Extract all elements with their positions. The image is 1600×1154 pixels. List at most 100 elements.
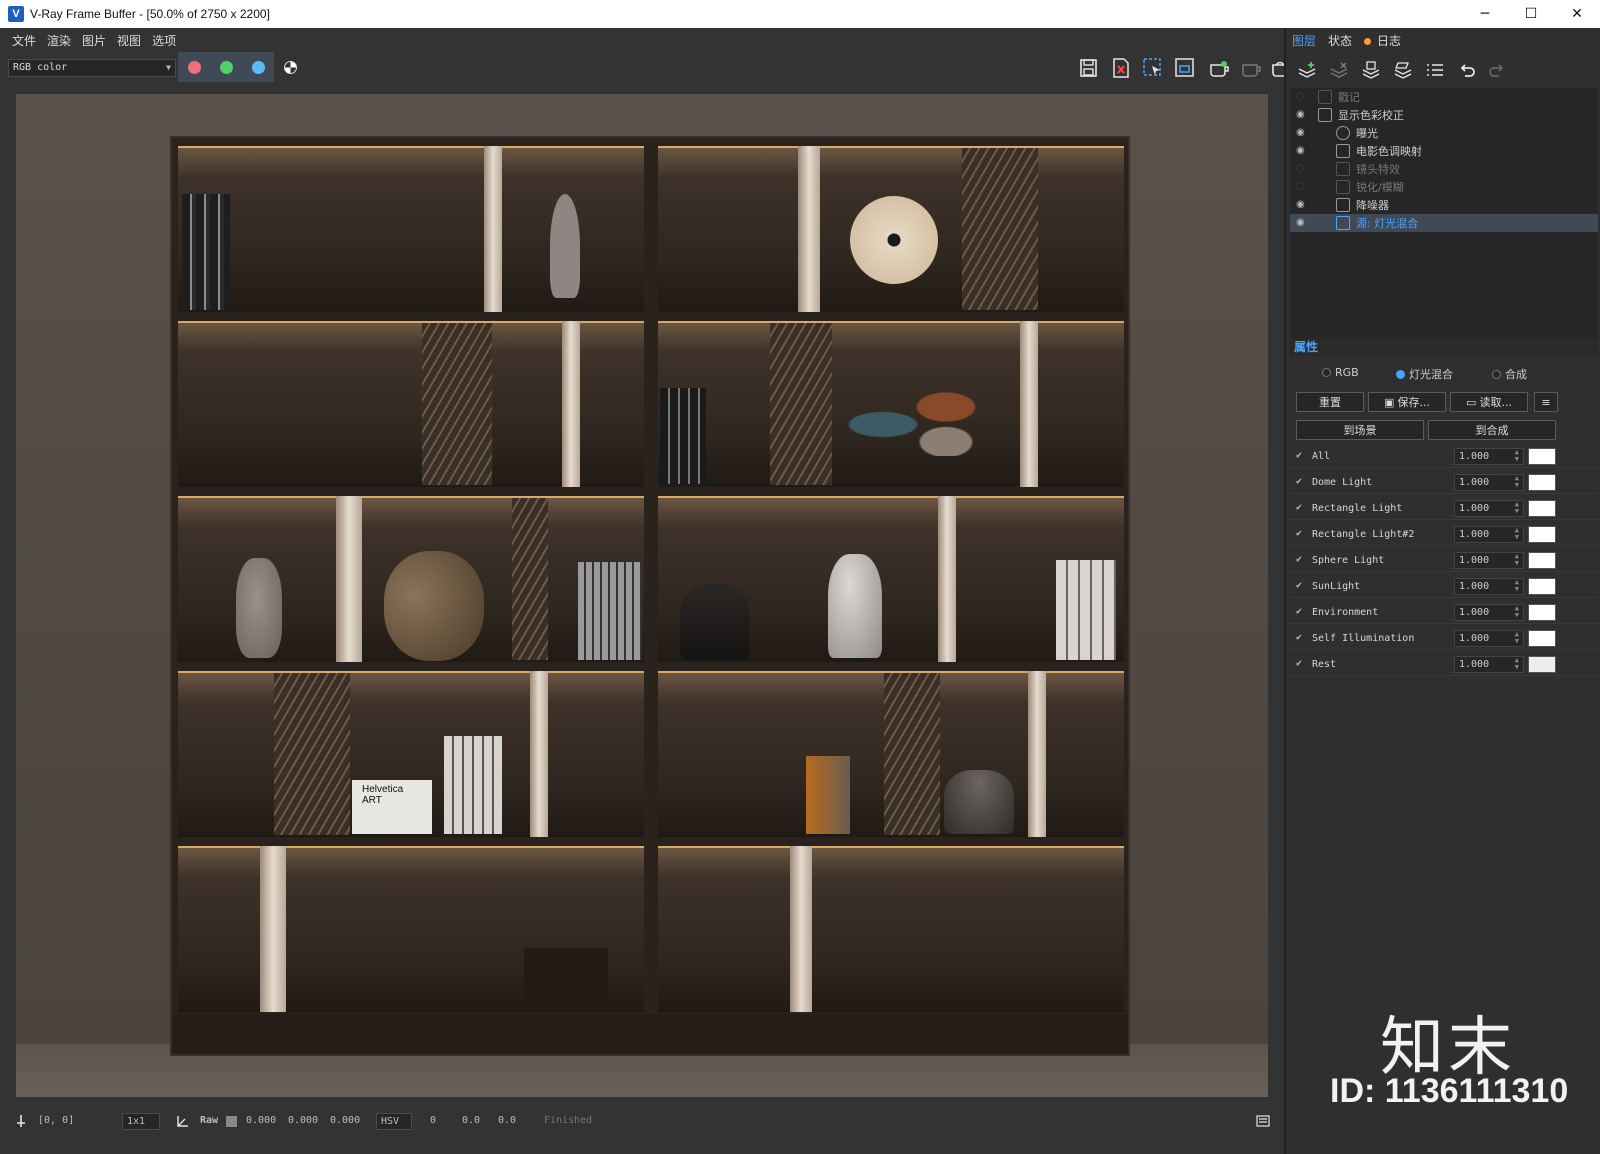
- close-button[interactable]: ✕: [1554, 0, 1600, 28]
- light-color-swatch[interactable]: [1528, 552, 1556, 569]
- light-multiplier-input[interactable]: 1.000 ▲ ▼: [1454, 630, 1524, 647]
- layer-source-lightmix[interactable]: ◉ 源: 灯光混合: [1290, 214, 1598, 232]
- pin-icon[interactable]: [14, 1114, 28, 1128]
- clear-image-icon[interactable]: [1110, 57, 1132, 79]
- light-color-swatch[interactable]: [1528, 630, 1556, 647]
- save-image-icon[interactable]: [1078, 57, 1100, 79]
- load-layer-tree-icon[interactable]: [1392, 60, 1414, 82]
- maximize-button[interactable]: ☐: [1508, 0, 1554, 28]
- marble-panel: [562, 321, 580, 487]
- tab-log[interactable]: 日志: [1358, 28, 1407, 54]
- visibility-toggle-icon[interactable]: ◌: [1296, 182, 1310, 192]
- spinner-icon[interactable]: ▲ ▼: [1515, 527, 1519, 541]
- checkbox[interactable]: ✔: [1296, 659, 1306, 669]
- interactive-render-icon[interactable]: [1240, 57, 1262, 79]
- to-scene-button[interactable]: 到场景: [1296, 420, 1424, 440]
- layer-presets-icon[interactable]: [1424, 60, 1446, 82]
- checkbox[interactable]: ✔: [1296, 451, 1306, 461]
- light-color-swatch[interactable]: [1528, 448, 1556, 465]
- load-button[interactable]: ▭ 读取...: [1450, 392, 1528, 412]
- light-multiplier-input[interactable]: 1.000 ▲ ▼: [1454, 656, 1524, 673]
- spinner-icon[interactable]: ▲ ▼: [1515, 657, 1519, 671]
- checkbox[interactable]: ✔: [1296, 581, 1306, 591]
- eye-icon[interactable]: ◉: [1296, 110, 1310, 120]
- layer-denoiser[interactable]: ◉ 降噪器: [1290, 196, 1598, 214]
- light-color-swatch[interactable]: [1528, 526, 1556, 543]
- menu-image[interactable]: 图片: [82, 32, 106, 49]
- spinner-icon[interactable]: ▲ ▼: [1515, 631, 1519, 645]
- menu-render[interactable]: 渲染: [47, 32, 71, 49]
- layer-exposure[interactable]: ◉ 曝光: [1290, 124, 1598, 142]
- radio-lightmix[interactable]: 灯光混合: [1396, 366, 1453, 382]
- red-channel-button[interactable]: [178, 52, 210, 82]
- zoom-dropdown[interactable]: 1x1: [122, 1113, 160, 1130]
- spinner-icon[interactable]: ▲ ▼: [1515, 553, 1519, 567]
- layer-sharpen-blur[interactable]: ◌ 锐化/模糊: [1290, 178, 1598, 196]
- light-multiplier-input[interactable]: 1.000 ▲ ▼: [1454, 604, 1524, 621]
- checkbox[interactable]: ✔: [1296, 529, 1306, 539]
- delete-layer-icon[interactable]: [1328, 60, 1350, 82]
- checkbox[interactable]: ✔: [1296, 607, 1306, 617]
- layer-filmic-tonemap[interactable]: ◉ 电影色调映射: [1290, 142, 1598, 160]
- render-icon[interactable]: [1208, 57, 1230, 79]
- region-render-icon[interactable]: [1174, 57, 1196, 79]
- minimize-button[interactable]: ─: [1462, 0, 1508, 28]
- checkbox[interactable]: ✔: [1296, 633, 1306, 643]
- list-menu-button[interactable]: ≡: [1534, 392, 1558, 412]
- save-button[interactable]: ▣ 保存...: [1368, 392, 1446, 412]
- channel-dropdown[interactable]: RGB color ▼: [8, 59, 176, 77]
- redo-icon[interactable]: [1486, 60, 1508, 82]
- layer-stamp[interactable]: ◌ 戳记: [1290, 88, 1598, 106]
- light-color-swatch[interactable]: [1528, 578, 1556, 595]
- visibility-toggle-icon[interactable]: ◌: [1296, 164, 1310, 174]
- light-multiplier-input[interactable]: 1.000 ▲ ▼: [1454, 578, 1524, 595]
- eye-icon[interactable]: ◉: [1296, 200, 1310, 210]
- light-multiplier-input[interactable]: 1.000 ▲ ▼: [1454, 526, 1524, 543]
- checkbox[interactable]: ✔: [1296, 503, 1306, 513]
- create-layer-icon[interactable]: [1296, 60, 1318, 82]
- panel-toggle-icon[interactable]: [1256, 1115, 1270, 1127]
- light-multiplier-input[interactable]: 1.000 ▲ ▼: [1454, 448, 1524, 465]
- mode-label: Raw: [200, 1115, 219, 1126]
- menu-options[interactable]: 选项: [152, 32, 176, 49]
- spinner-icon[interactable]: ▲ ▼: [1515, 605, 1519, 619]
- spinner-icon[interactable]: ▲ ▼: [1515, 501, 1519, 515]
- light-multiplier-input[interactable]: 1.000 ▲ ▼: [1454, 474, 1524, 491]
- checkbox[interactable]: ✔: [1296, 555, 1306, 565]
- render-viewport[interactable]: Helvetica ART: [16, 94, 1268, 1097]
- spinner-icon[interactable]: ▲ ▼: [1515, 475, 1519, 489]
- blue-channel-button[interactable]: [242, 52, 274, 82]
- radio-composite[interactable]: 合成: [1492, 366, 1527, 382]
- save-layer-tree-icon[interactable]: [1360, 60, 1382, 82]
- light-color-swatch[interactable]: [1528, 474, 1556, 491]
- light-color-swatch[interactable]: [1528, 500, 1556, 517]
- panel-tabs: 图层 状态 日志: [1286, 28, 1600, 54]
- alpha-channel-button[interactable]: [274, 52, 306, 82]
- light-multiplier-input[interactable]: 1.000 ▲ ▼: [1454, 500, 1524, 517]
- layer-display-correction[interactable]: ◉ 显示色彩校正: [1290, 106, 1598, 124]
- visibility-toggle-icon[interactable]: ◌: [1296, 92, 1310, 102]
- light-color-swatch[interactable]: [1528, 604, 1556, 621]
- window-controls: ─ ☐ ✕: [1462, 0, 1600, 28]
- tab-layers[interactable]: 图层: [1286, 28, 1322, 54]
- track-mouse-icon[interactable]: [1142, 57, 1164, 79]
- eye-icon[interactable]: ◉: [1296, 146, 1310, 156]
- toolbar: RGB color ▼: [0, 52, 1288, 84]
- menu-view[interactable]: 视图: [117, 32, 141, 49]
- light-multiplier-input[interactable]: 1.000 ▲ ▼: [1454, 552, 1524, 569]
- checkbox[interactable]: ✔: [1296, 477, 1306, 487]
- color-space-dropdown[interactable]: HSV: [376, 1113, 412, 1130]
- eye-icon[interactable]: ◉: [1296, 218, 1310, 228]
- spinner-icon[interactable]: ▲ ▼: [1515, 449, 1519, 463]
- light-color-swatch[interactable]: [1528, 656, 1556, 673]
- tab-stats[interactable]: 状态: [1322, 28, 1358, 54]
- radio-rgb[interactable]: RGB: [1322, 366, 1359, 379]
- eye-icon[interactable]: ◉: [1296, 128, 1310, 138]
- to-composite-button[interactable]: 到合成: [1428, 420, 1556, 440]
- green-channel-button[interactable]: [210, 52, 242, 82]
- reset-button[interactable]: 重置: [1296, 392, 1364, 412]
- undo-icon[interactable]: [1456, 60, 1478, 82]
- spinner-icon[interactable]: ▲ ▼: [1515, 579, 1519, 593]
- menu-file[interactable]: 文件: [12, 32, 36, 49]
- layer-lens-effects[interactable]: ◌ 镜头特效: [1290, 160, 1598, 178]
